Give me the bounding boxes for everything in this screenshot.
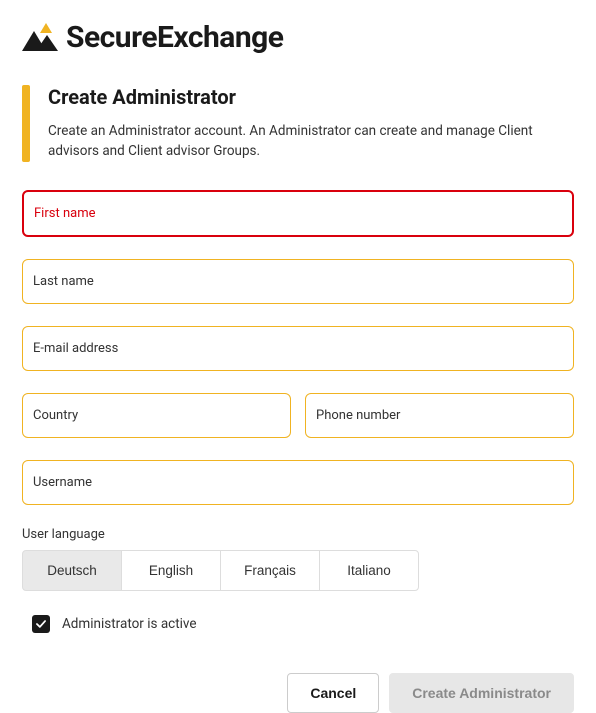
page-description: Create an Administrator account. An Admi… (48, 121, 574, 162)
language-option-francais[interactable]: Français (220, 550, 320, 591)
form-actions: Cancel Create Administrator (22, 673, 574, 713)
active-checkbox[interactable] (32, 615, 50, 633)
email-field[interactable]: E-mail address (22, 326, 574, 371)
brand-header: SecureExchange (22, 20, 574, 55)
cancel-button[interactable]: Cancel (287, 673, 379, 713)
language-option-italiano[interactable]: Italiano (319, 550, 419, 591)
page-header: Create Administrator Create an Administr… (22, 85, 574, 162)
active-checkbox-row: Administrator is active (32, 615, 574, 633)
last-name-label: Last name (33, 274, 563, 289)
page-title: Create Administrator (48, 85, 574, 109)
username-field[interactable]: Username (22, 460, 574, 505)
create-administrator-button[interactable]: Create Administrator (389, 673, 574, 713)
phone-field[interactable]: Phone number (305, 393, 574, 438)
country-label: Country (33, 408, 280, 423)
check-icon (34, 617, 48, 631)
language-toggle: Deutsch English Français Italiano (22, 550, 574, 591)
phone-label: Phone number (316, 408, 563, 423)
language-option-english[interactable]: English (121, 550, 221, 591)
language-option-deutsch[interactable]: Deutsch (22, 550, 122, 591)
accent-bar (22, 85, 30, 162)
country-field[interactable]: Country (22, 393, 291, 438)
language-label: User language (22, 527, 574, 542)
first-name-label: First name (34, 206, 562, 221)
username-label: Username (33, 475, 563, 490)
brand-name: SecureExchange (66, 20, 284, 55)
language-group: User language Deutsch English Français I… (22, 527, 574, 591)
active-checkbox-label: Administrator is active (62, 616, 197, 632)
last-name-field[interactable]: Last name (22, 259, 574, 304)
first-name-field[interactable]: First name (22, 190, 574, 237)
brand-logo-icon (22, 23, 58, 53)
email-label: E-mail address (33, 341, 563, 356)
